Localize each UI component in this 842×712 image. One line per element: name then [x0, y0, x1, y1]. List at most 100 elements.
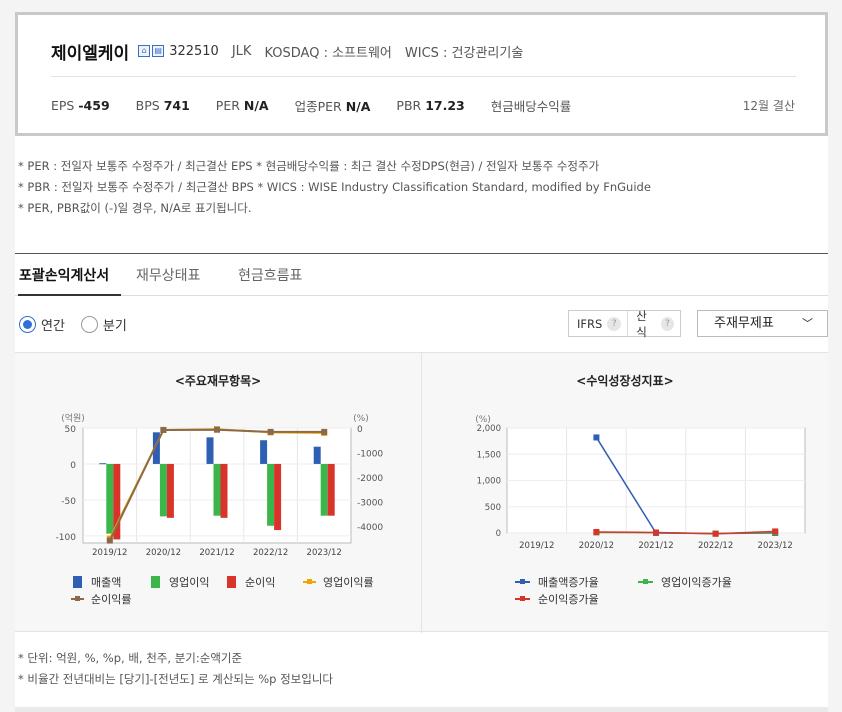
- bar: [220, 463, 228, 518]
- page-background: 제이엘케이 ⌂ ▤ 322510 JLK KOSDAQ : 소프트웨어 WICS…: [0, 0, 842, 712]
- x-tick-label: 2022/12: [253, 548, 288, 558]
- pbr-metric: PBR 17.23: [396, 97, 465, 113]
- legend-label: 순이익률: [91, 593, 131, 606]
- growth-indicators-chart: <수익성장성지표> 2,000 1,500 1,000 500 0 (%) 2019/12 20…: [475, 373, 806, 606]
- chart-title: <수익성장성지표>: [576, 373, 673, 388]
- legend-swatch: [643, 579, 648, 584]
- tab-cash-flow[interactable]: 현금흐름표: [238, 265, 302, 285]
- bar: [274, 463, 282, 531]
- y-tick-label: 2,000: [477, 424, 501, 434]
- legend-swatch: [307, 579, 312, 584]
- y-axis-unit: (억원): [61, 412, 85, 424]
- x-tick-label: 2020/12: [146, 548, 181, 558]
- bar: [260, 440, 268, 464]
- market-sector: KOSDAQ : 소프트웨어: [264, 45, 392, 61]
- radio-quarter[interactable]: [80, 316, 98, 333]
- formula-option[interactable]: 산식?: [627, 309, 680, 339]
- select-value: 주재무제표: [714, 316, 774, 331]
- y-tick-label: -100: [56, 533, 77, 543]
- radio-quarter-label[interactable]: 분기: [103, 315, 127, 334]
- company-title-row: 제이엘케이 ⌂ ▤ 322510 JLK KOSDAQ : 소프트웨어 WICS…: [51, 39, 524, 64]
- x-tick-label: 2023/12: [758, 541, 793, 551]
- legend-label: 순이익: [245, 576, 275, 589]
- series-point: [267, 428, 274, 435]
- y-tick-label: 1,500: [477, 450, 501, 460]
- units-notes: * 단위: 억원, %, %p, 배, 천주, 분기:순액기준 * 비율간 전년…: [18, 648, 333, 690]
- y-tick-label: -50: [61, 497, 76, 507]
- active-tab-indicator: [18, 294, 121, 296]
- note-line: * PER : 전일자 보통주 수정주가 / 최근결산 EPS * 현금배당수익…: [18, 159, 600, 173]
- definition-notes: * PER : 전일자 보통주 수정주가 / 최근결산 EPS * 현금배당수익…: [18, 156, 651, 219]
- eps-value: -459: [78, 97, 110, 113]
- bar: [99, 463, 107, 465]
- y-axis-unit: (%): [475, 415, 491, 425]
- y-tick-label: 1,000: [477, 477, 501, 487]
- bps-value: 741: [163, 97, 190, 113]
- note-line: * PBR : 전일자 보통주 수정주가 / 최근결산 BPS * WICS :…: [18, 180, 651, 194]
- help-icon[interactable]: ?: [660, 316, 674, 331]
- series-point: [214, 426, 220, 433]
- x-tick-label: 2020/12: [579, 541, 614, 551]
- x-tick-label: 2021/12: [199, 548, 234, 558]
- content-panel: 제이엘케이 ⌂ ▤ 322510 JLK KOSDAQ : 소프트웨어 WICS…: [15, 12, 828, 712]
- company-header: 제이엘케이 ⌂ ▤ 322510 JLK KOSDAQ : 소프트웨어 WICS…: [15, 12, 828, 136]
- y2-tick-label: 0: [357, 425, 363, 435]
- ifrs-option[interactable]: IFRS?: [569, 311, 627, 336]
- settlement-month: 12월 결산: [742, 99, 795, 113]
- y2-axis-unit: (%): [353, 414, 369, 424]
- y2-tick-label: -1000: [357, 449, 383, 459]
- industry-per-value: N/A: [345, 98, 371, 114]
- ticker: JLK: [231, 43, 252, 59]
- eps-metric: EPS -459: [51, 97, 110, 113]
- period-selector: 연간 분기: [19, 315, 143, 334]
- legend-swatch: [520, 596, 525, 601]
- bar: [159, 463, 167, 517]
- x-tick-label: 2023/12: [307, 548, 342, 558]
- legend-swatch: [75, 596, 80, 601]
- x-tick-label: 2019/12: [519, 541, 554, 551]
- bar: [106, 463, 114, 534]
- bar: [327, 463, 335, 516]
- per-value: N/A: [243, 97, 269, 113]
- industry-per-metric: 업종PER N/A: [294, 98, 371, 114]
- chevron-down-icon: ﹀: [802, 317, 813, 330]
- x-tick-label: 2019/12: [92, 548, 127, 558]
- series-point: [593, 528, 600, 535]
- note-line: * 비율간 전년대비는 [당기]-[전년도] 로 계산되는 %p 정보입니다: [18, 672, 333, 686]
- x-tick-label: 2021/12: [638, 541, 673, 551]
- main-financials-chart: <주요재무항목>500-50-1000-1000-2000-3000-4000(…: [56, 373, 384, 606]
- series-point: [772, 528, 779, 535]
- tab-income-statement[interactable]: 포괄손익계산서: [19, 265, 109, 285]
- y2-tick-label: -2000: [357, 474, 383, 484]
- per-metric: PER N/A: [215, 97, 269, 113]
- bar: [313, 446, 321, 464]
- metrics-row: EPS -459 BPS 741 PER N/A 업종PER N/A PBR 1…: [51, 95, 597, 115]
- series-point: [160, 426, 167, 433]
- y-tick-label: 0: [496, 529, 501, 539]
- legend-label: 영업이익증가율: [661, 576, 732, 589]
- note-line: * PER, PBR값이 (-)일 경우, N/A로 표기됩니다.: [18, 201, 252, 215]
- legend-swatch: [520, 579, 525, 584]
- bps-metric: BPS 741: [135, 97, 190, 113]
- y2-tick-label: -3000: [357, 498, 383, 508]
- y2-tick-label: -4000: [357, 523, 383, 533]
- y-tick-label: 0: [70, 461, 76, 471]
- home-icon[interactable]: ⌂: [138, 45, 151, 57]
- header-divider: [51, 76, 796, 77]
- statement-tabs: 포괄손익계산서 재무상태표 현금흐름표: [15, 254, 828, 296]
- bar: [267, 463, 275, 526]
- wics-sector: WICS : 건강관리기술: [404, 45, 524, 61]
- table-header-strip: [15, 707, 828, 712]
- bar: [206, 437, 214, 464]
- tab-balance-sheet[interactable]: 재무상태표: [136, 265, 200, 285]
- statement-type-select[interactable]: 주재무제표 ﹀: [697, 310, 828, 337]
- report-icon[interactable]: ▤: [152, 45, 165, 57]
- series-point: [653, 529, 659, 536]
- chart-title: <주요재무항목>: [175, 373, 261, 388]
- y-tick-label: 500: [485, 503, 501, 513]
- legend-label: 매출액: [91, 576, 121, 589]
- radio-annual[interactable]: [19, 316, 36, 333]
- help-icon[interactable]: ?: [607, 316, 622, 331]
- radio-annual-label[interactable]: 연간: [41, 315, 65, 334]
- legend-swatch: [227, 576, 236, 588]
